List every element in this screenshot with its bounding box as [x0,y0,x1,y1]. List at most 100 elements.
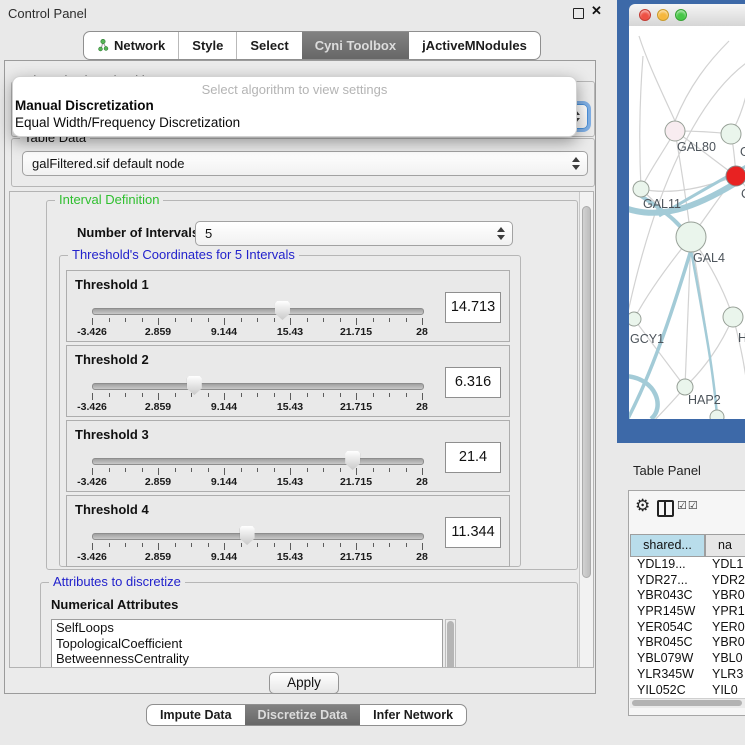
number-of-intervals-combobox[interactable]: 5 [195,221,513,246]
attributes-scrollbar[interactable] [445,619,456,668]
network-node-c[interactable] [726,166,745,186]
network-node[interactable] [710,410,724,419]
numerical-attributes-label: Numerical Attributes [51,597,178,612]
algorithm-option-manual-discretization[interactable]: Manual Discretization [13,97,576,114]
network-edge [634,319,685,387]
minimize-traffic-light-icon[interactable] [657,9,669,21]
table-rows: YDL19...YDL1YDR27...YDR2YBR043CYBR0YPR14… [630,557,745,698]
network-canvas[interactable]: GAL80GACGAL11GAL4GCY1HHAP2 [629,26,745,419]
tick-mark [274,393,275,397]
table-row[interactable]: YBR043CYBR0 [630,588,745,604]
float-icon[interactable] [573,8,584,19]
cell-name: YLR3 [705,667,743,683]
threshold-value-field[interactable]: 6.316 [445,367,501,398]
tab-infer-network[interactable]: Infer Network [360,705,466,725]
slider-thumb[interactable] [275,301,290,320]
scrollbar-thumb[interactable] [632,700,742,706]
attribute-item-betweennesscentrality[interactable]: BetweennessCentrality [52,651,442,667]
tick-mark [323,318,324,322]
tick-mark [340,543,341,547]
threshold-slider[interactable]: -3.4262.8599.14415.4321.71528 [92,496,422,568]
tick-mark [109,468,110,472]
gear-icon[interactable]: ⚙ [635,497,650,514]
threshold-value-field[interactable]: 14.713 [445,292,501,323]
table-row[interactable]: YLR345WYLR3 [630,667,745,683]
close-icon[interactable]: ✕ [591,3,602,19]
network-edge [640,56,643,189]
tick-mark [191,543,192,547]
slider-track[interactable] [92,458,424,465]
apply-button[interactable]: Apply [269,672,339,694]
table-row[interactable]: YDL19...YDL1 [630,557,745,573]
cell-shared-name: YPR145W [630,604,705,620]
tick-label: 15.43 [277,326,303,338]
table-row[interactable]: YBR045CYBR0 [630,635,745,651]
threshold-slider[interactable]: -3.4262.8599.14415.4321.71528 [92,421,422,493]
attributes-group: Attributes to discretize Numerical Attri… [40,582,578,668]
slider-track[interactable] [92,308,424,315]
zoom-traffic-light-icon[interactable] [675,9,687,21]
slider-track[interactable] [92,383,424,390]
node-label: GAL80 [677,140,716,154]
network-node-gal11[interactable] [633,181,649,197]
tab-network[interactable]: Network [84,32,179,59]
network-node-gal80[interactable] [665,121,685,141]
attribute-item-topologicalcoefficient[interactable]: TopologicalCoefficient [52,636,442,652]
network-edge [675,41,729,121]
tick-mark [142,468,143,472]
column-header-shared[interactable]: shared... [630,534,705,557]
tick-mark [125,543,126,547]
tick-label: 2.859 [145,401,171,413]
network-window-titlebar[interactable] [629,4,745,27]
slider-track[interactable] [92,533,424,540]
table-row[interactable]: YIL052CYIL0 [630,683,745,699]
interval-definition-label: Interval Definition [55,192,163,207]
threshold-slider[interactable]: -3.4262.8599.14415.4321.71528 [92,271,422,343]
tick-label: -3.426 [77,326,107,338]
scrollbar-thumb[interactable] [447,621,454,668]
table-panel-title: Table Panel [633,463,701,478]
table-row[interactable]: YBL079WYBL0 [630,651,745,667]
tab-cyni-toolbox[interactable]: Cyni Toolbox [302,32,409,59]
close-traffic-light-icon[interactable] [639,9,651,21]
tab-label: Select [250,33,288,58]
tick-label: 9.144 [211,476,237,488]
tick-mark [422,543,423,550]
slider-thumb[interactable] [240,526,255,545]
table-row[interactable]: YPR145WYPR1 [630,604,745,620]
network-node-gcy1[interactable] [629,312,641,326]
slider-thumb[interactable] [187,376,202,395]
tick-label: 9.144 [211,401,237,413]
threshold-slider[interactable]: -3.4262.8599.14415.4321.71528 [92,346,422,418]
settings-vertical-scrollbar[interactable] [579,192,593,667]
tab-impute-data[interactable]: Impute Data [147,705,245,725]
tick-mark [224,468,225,475]
threshold-value-field[interactable]: 11.344 [445,517,501,548]
threshold-coordinates-label: Threshold's Coordinates for 5 Intervals [68,247,299,262]
tick-mark [158,393,159,400]
tab-label: Discretize Data [258,706,348,724]
scrollbar-thumb[interactable] [582,206,591,578]
table-data-combobox[interactable]: galFiltered.sif default node [22,151,588,176]
select-all-checkbox-icons[interactable]: ☑☑ [677,499,699,512]
attribute-item-selfloops[interactable]: SelfLoops [52,620,442,636]
tick-mark [257,318,258,322]
tab-style[interactable]: Style [179,32,237,59]
table-row[interactable]: YDR27...YDR2 [630,573,745,589]
node-label: GA [740,145,745,159]
tab-select[interactable]: Select [237,32,301,59]
cell-shared-name: YBL079W [630,651,705,667]
network-node-h[interactable] [723,307,743,327]
table-row[interactable]: YER054CYER0 [630,620,745,636]
slider-thumb[interactable] [345,451,360,470]
tick-label: 28 [416,401,428,413]
column-view-icon[interactable] [657,500,674,517]
table-horizontal-scrollbar[interactable] [630,698,745,708]
tab-jactivemnodules[interactable]: jActiveMNodules [409,32,540,59]
column-header-name[interactable]: na [705,534,745,557]
threshold-value-field[interactable]: 21.4 [445,442,501,473]
network-node-ga[interactable] [721,124,741,144]
algorithm-option-equal-width-frequency-discretization[interactable]: Equal Width/Frequency Discretization [13,114,576,131]
network-node-gal4[interactable] [676,222,706,252]
tab-discretize-data[interactable]: Discretize Data [245,705,361,725]
